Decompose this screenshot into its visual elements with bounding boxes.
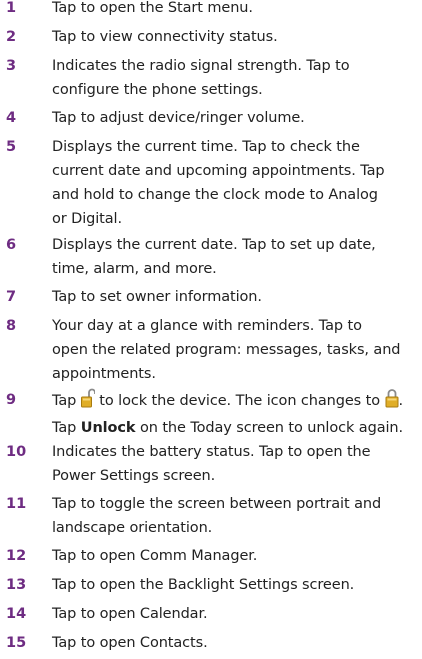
item-text: Tap to open the Backlight Settings scree… xyxy=(52,577,355,593)
item-text: Tap to open Contacts. xyxy=(52,635,208,651)
item-text: Tap to view connectivity status. xyxy=(52,29,278,45)
item-number: 9 xyxy=(6,392,17,408)
item-text: Tap to set owner information. xyxy=(52,289,262,305)
item-number: 4 xyxy=(6,110,17,126)
item-number: 6 xyxy=(6,237,17,253)
item-number: 14 xyxy=(6,606,27,622)
item-number: 15 xyxy=(6,635,27,651)
item-text: Tap to open Comm Manager. xyxy=(52,548,258,564)
item-number: 1 xyxy=(6,0,17,16)
item-number: 3 xyxy=(6,58,17,74)
item-text: Tap to open Calendar. xyxy=(52,606,208,622)
item-number: 13 xyxy=(6,577,27,593)
item-text: Indicates the radio signal strength. Tap… xyxy=(52,58,350,98)
item-number: 11 xyxy=(6,496,27,512)
item-text: Tap to toggle the screen between portrai… xyxy=(52,496,382,536)
item-number: 8 xyxy=(6,318,17,334)
item-text: Displays the current time. Tap to check … xyxy=(52,139,385,227)
item-number: 10 xyxy=(6,444,27,460)
item-number: 7 xyxy=(6,289,17,305)
item-text: Indicates the battery status. Tap to ope… xyxy=(52,444,371,484)
item-number: 2 xyxy=(6,29,17,45)
item-text: Tap to lock the device. The icon changes… xyxy=(52,388,416,440)
item-number: 5 xyxy=(6,139,17,155)
item-text: Displays the current date. Tap to set up… xyxy=(52,237,376,277)
unlocked-padlock-icon xyxy=(80,388,96,416)
locked-padlock-icon xyxy=(385,388,399,416)
item-text: Your day at a glance with reminders. Tap… xyxy=(52,318,401,382)
numbered-callout-list: 1 Tap to open the Start menu. 2 Tap to v… xyxy=(0,0,422,659)
item-text: Tap to adjust device/ringer volume. xyxy=(52,110,305,126)
item-text: Tap to open the Start menu. xyxy=(52,0,253,16)
item-number: 12 xyxy=(6,548,27,564)
